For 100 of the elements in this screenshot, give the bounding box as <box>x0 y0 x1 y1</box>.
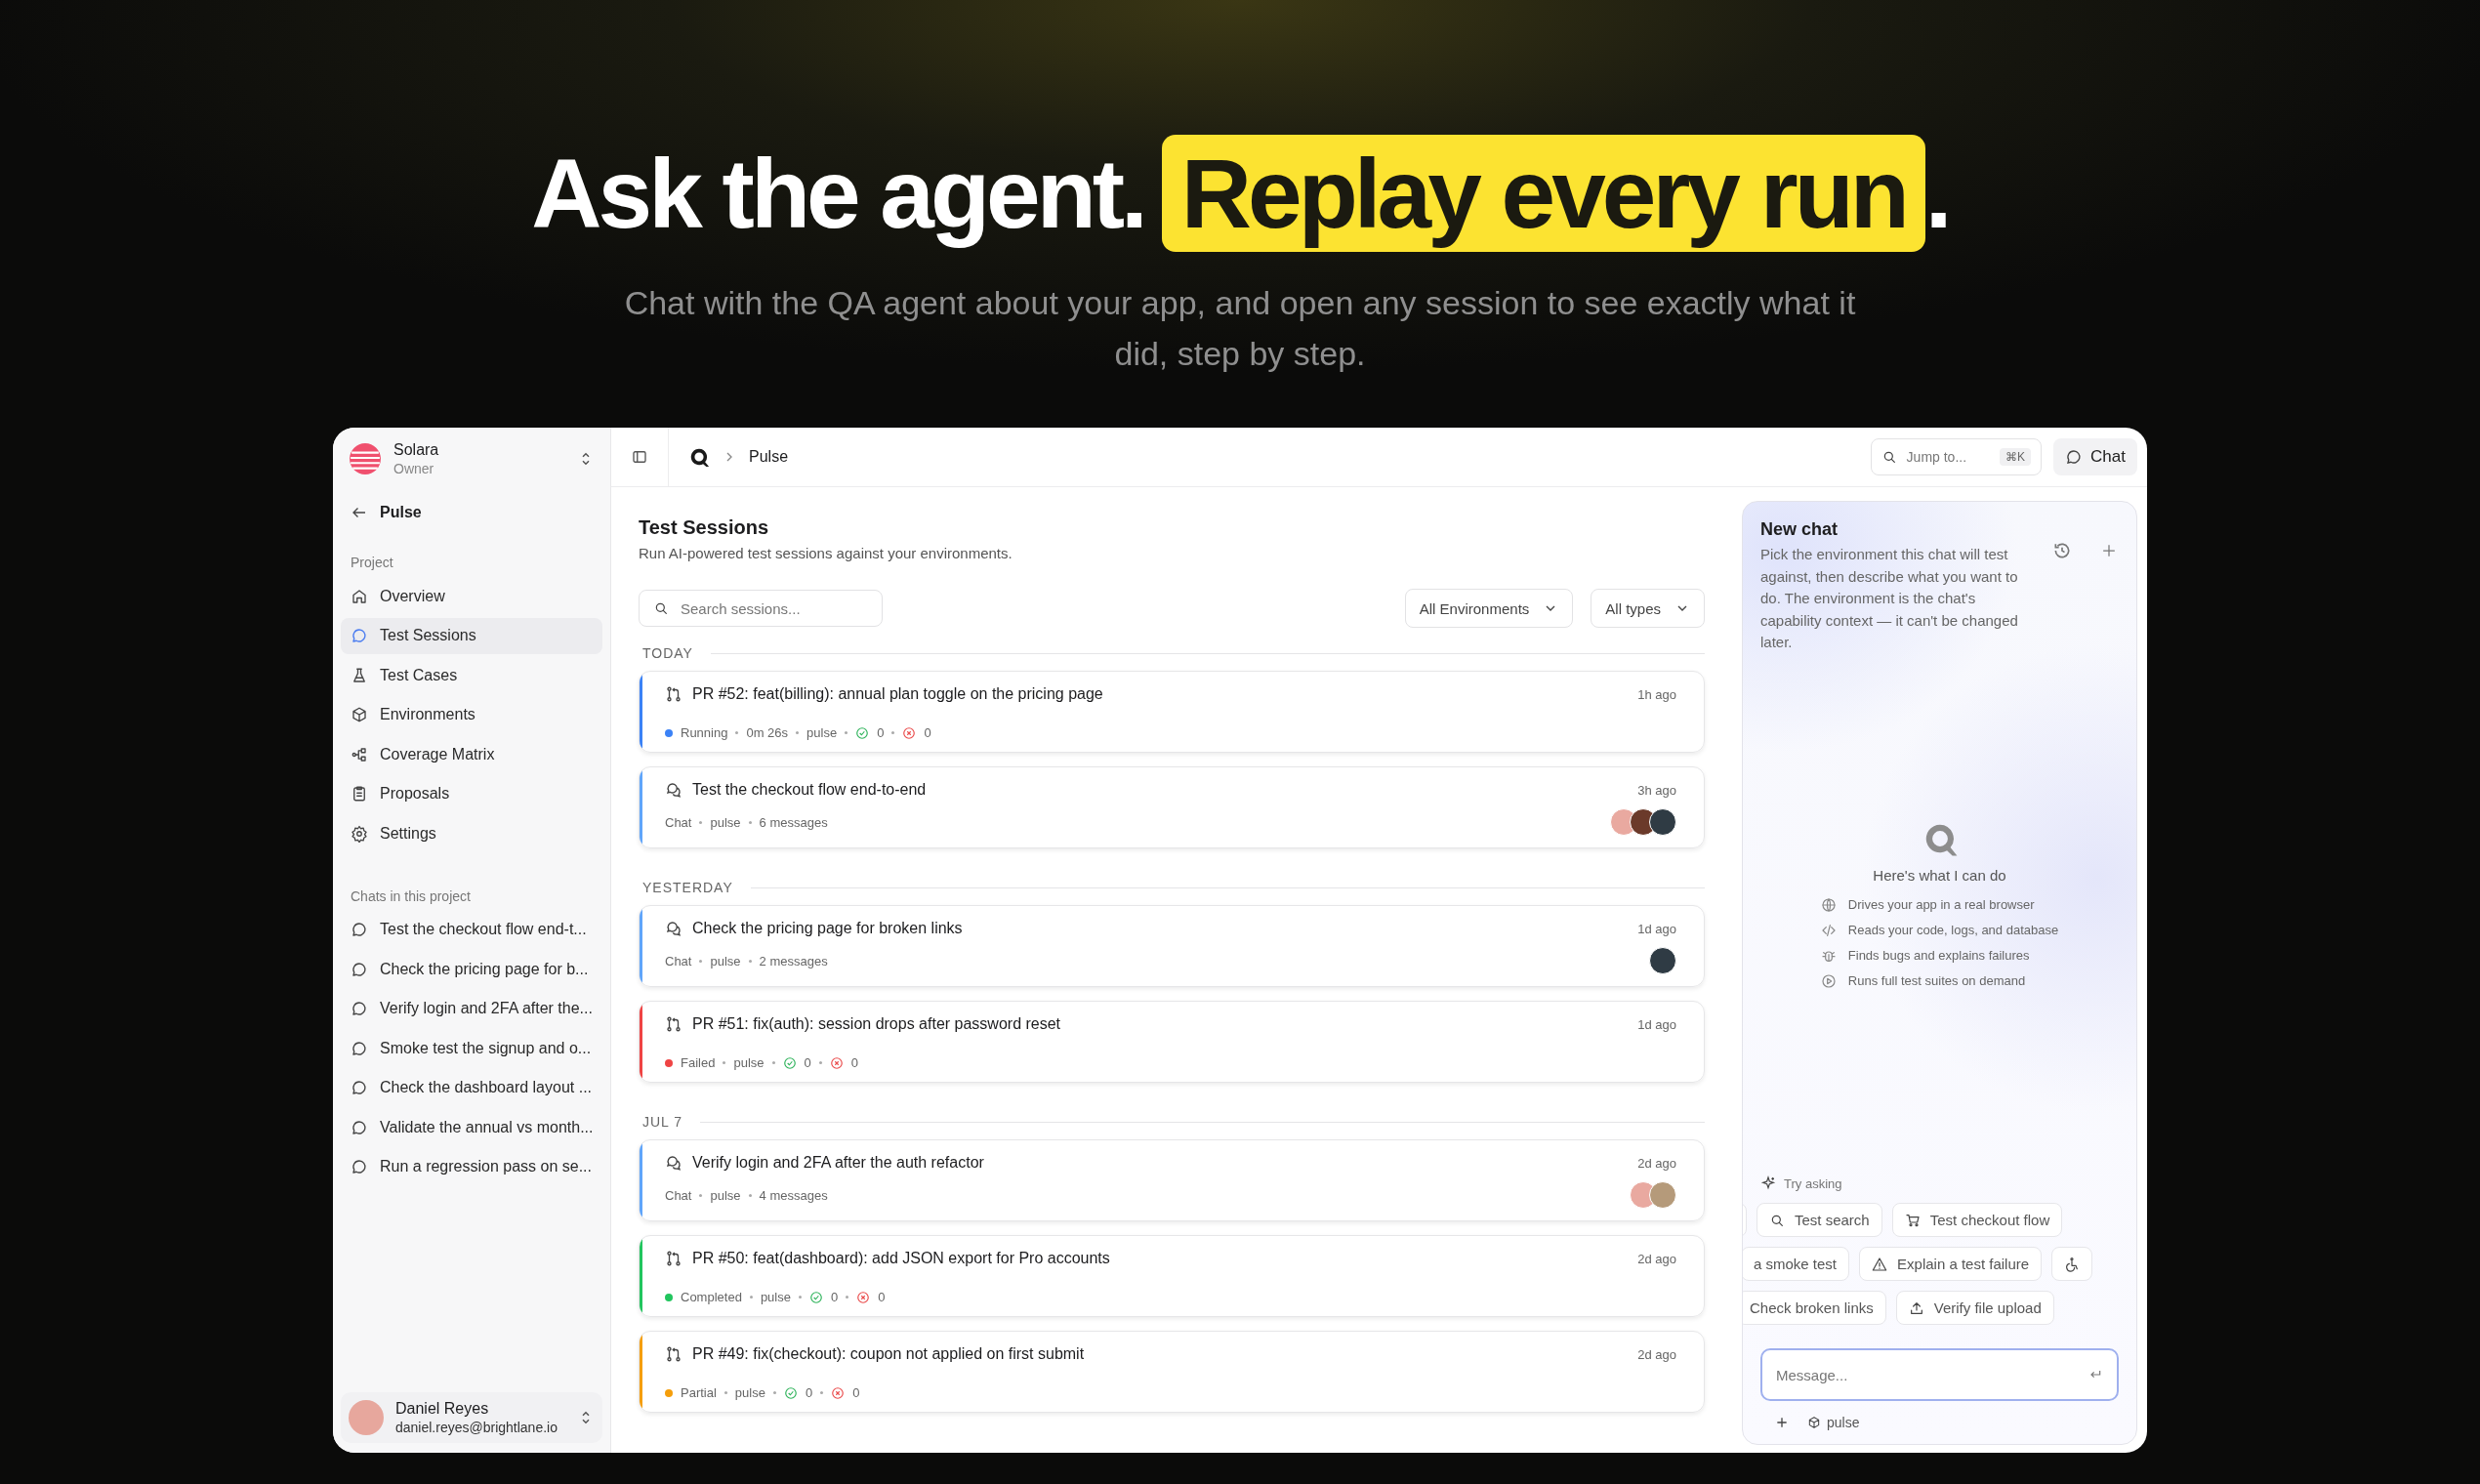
session-card[interactable]: Check the pricing page for broken links 1d ago Chat pulse 2 messages <box>639 905 1705 987</box>
session-title: PR #52: feat(billing): annual plan toggle on the pricing page <box>692 685 1103 703</box>
logo-icon[interactable] <box>688 446 710 468</box>
filter-dropdown[interactable]: All Environments <box>1404 589 1574 628</box>
search-field[interactable]: Search sessions... <box>639 590 883 627</box>
chat-item[interactable]: Check the dashboard layout ... <box>341 1069 602 1106</box>
user-email: daniel.reyes@brightlane.io <box>395 1420 558 1435</box>
user-name: Daniel Reyes <box>395 1400 490 1418</box>
session-time: 1h ago <box>1637 686 1676 702</box>
settings-icon <box>351 824 368 843</box>
session-time: 2d ago <box>1637 1251 1676 1266</box>
workspace-role: Owner <box>393 461 435 476</box>
chat-bubble-icon <box>351 1000 368 1017</box>
pull-request-icon <box>665 1345 682 1363</box>
filter-dropdown[interactable]: All types <box>1591 589 1705 628</box>
hero-subtitle: Chat with the QA agent about your app, and open any session to see exactly what it did, step by step. <box>623 283 1857 374</box>
failed-count: 0 <box>924 725 931 740</box>
user-card[interactable]: Daniel Reyes daniel.reyes@brightlane.io <box>341 1392 602 1443</box>
avatar <box>349 1400 384 1435</box>
wheelchair-icon <box>2064 1256 2081 1272</box>
suggestion-chip[interactable]: Check broken links <box>1743 1291 1886 1325</box>
status-dot <box>665 1388 673 1397</box>
x-circle-icon <box>829 1055 844 1070</box>
chat-bubbles-icon <box>665 1154 682 1172</box>
suggestion-chip[interactable]: Explain a test failure <box>1859 1247 2043 1281</box>
page-subtitle: Run AI-powered test sessions against your environments. <box>639 545 1013 561</box>
session-card[interactable]: PR #50: feat(dashboard): add JSON export for Pro accounts 2d ago Completed pulse 0 0 <box>639 1235 1705 1317</box>
suggestion-chip[interactable] <box>2051 1247 2093 1281</box>
session-card[interactable]: Verify login and 2FA after the auth refactor 2d ago Chat pulse 4 messages <box>639 1139 1705 1221</box>
session-card[interactable]: PR #51: fix(auth): session drops after password reset 1d ago Failed pulse 0 0 <box>639 1001 1705 1083</box>
message-count: 2 messages <box>759 953 828 969</box>
check-circle-icon <box>782 1055 797 1070</box>
session-status: Failed <box>681 1055 716 1070</box>
date-group-heading: TODAY <box>642 645 693 661</box>
nav-item[interactable]: Settings <box>341 815 602 851</box>
failed-count: 0 <box>852 1385 860 1400</box>
session-type: Chat <box>665 1187 692 1203</box>
capability-text: Finds bugs and explains failures <box>1847 948 2030 963</box>
breadcrumb-item[interactable]: Pulse <box>749 448 789 466</box>
nav-item[interactable]: Test Cases <box>341 657 602 693</box>
chat-bubble-icon <box>351 627 368 644</box>
passed-count: 0 <box>805 1385 813 1400</box>
session-card[interactable]: PR #49: fix(checkout): coupon not applied on first submit 2d ago Partial pulse 0 0 <box>639 1331 1705 1413</box>
project-link[interactable]: Pulse <box>380 504 422 521</box>
status-dot <box>665 1058 673 1067</box>
history-icon[interactable] <box>2052 541 2072 560</box>
nav-item[interactable]: Environments <box>341 696 602 733</box>
suggestion-chip[interactable]: Test search <box>1757 1203 1882 1237</box>
chat-bubbles-icon <box>665 920 682 937</box>
check-circle-icon <box>855 725 870 740</box>
chat-item[interactable]: Smoke test the signup and o... <box>341 1030 602 1066</box>
failed-count: 0 <box>878 1290 886 1304</box>
capability-text: Drives your app in a real browser <box>1847 897 2035 912</box>
nav-item[interactable]: Test Sessions <box>341 617 602 654</box>
session-status: Partial <box>681 1385 717 1400</box>
upload-icon <box>1908 1299 1924 1316</box>
sparkle-icon <box>1760 1175 1776 1191</box>
capability-text: Runs full test suites on demand <box>1847 973 2026 988</box>
session-card[interactable]: Test the checkout flow end-to-end 3h ago Chat pulse 6 messages <box>639 766 1705 848</box>
chat-item[interactable]: Check the pricing page for b... <box>341 951 602 987</box>
workspace-name: Solara <box>393 441 440 459</box>
environment-name: pulse <box>806 725 838 740</box>
nav-item[interactable]: Proposals <box>341 775 602 812</box>
sidebar-toggle-icon[interactable] <box>631 448 648 466</box>
chat-item[interactable]: Verify login and 2FA after the... <box>341 990 602 1027</box>
check-circle-icon <box>783 1385 798 1400</box>
status-dot <box>665 728 673 737</box>
nav-item[interactable]: Overview <box>341 578 602 614</box>
shortcut-key: ⌘K <box>2000 448 2032 466</box>
plus-icon[interactable] <box>1774 1415 1790 1430</box>
environment-name[interactable]: pulse <box>1827 1415 1860 1430</box>
chat-description: Pick the environment this chat will test against, then describe what you want to do. The environment is the chat's capability context — it can't be changed later. <box>1760 545 2019 652</box>
jump-field[interactable]: Jump to... ⌘K <box>1870 438 2043 475</box>
nav-item[interactable]: Coverage Matrix <box>341 736 602 772</box>
flask-icon <box>351 666 368 684</box>
session-type: Chat <box>665 953 692 969</box>
message-field[interactable]: Message... <box>1760 1348 2119 1401</box>
session-type: Chat <box>665 814 692 830</box>
section-heading: Project <box>350 554 394 572</box>
chat-bubbles-icon <box>665 781 682 799</box>
cart-icon <box>1904 1212 1921 1228</box>
chat-button[interactable]: Chat <box>2053 438 2137 475</box>
message-count: 4 messages <box>759 1187 828 1203</box>
chat-item[interactable]: Run a regression pass on se... <box>341 1148 602 1185</box>
capabilities-heading: Here's what I can do <box>1873 866 2006 884</box>
chat-title: New chat <box>1760 519 1839 539</box>
try-asking-label: Try asking <box>1784 1175 1842 1191</box>
suggestion-chip[interactable]: a smoke test <box>1743 1247 1850 1281</box>
session-title: PR #51: fix(auth): session drops after password reset <box>692 1015 1061 1033</box>
suggestion-chip[interactable]: Test checkout flow <box>1891 1203 2063 1237</box>
suggestion-chip[interactable]: Verify file upload <box>1895 1291 2054 1325</box>
session-card[interactable]: PR #52: feat(billing): annual plan toggle on the pricing page 1h ago Running 0m 26s pulse 0 0 <box>639 671 1705 753</box>
environment-name: pulse <box>710 953 741 969</box>
section-heading: Chats in this project <box>350 886 472 906</box>
environment-name: pulse <box>760 1290 791 1304</box>
session-title: Check the pricing page for broken links <box>692 920 963 937</box>
chat-item[interactable]: Validate the annual vs month... <box>341 1109 602 1145</box>
session-time: 1d ago <box>1637 1016 1676 1032</box>
session-title: PR #49: fix(checkout): coupon not applied on first submit <box>692 1345 1085 1363</box>
chat-item[interactable]: Test the checkout flow end-t... <box>341 911 602 948</box>
